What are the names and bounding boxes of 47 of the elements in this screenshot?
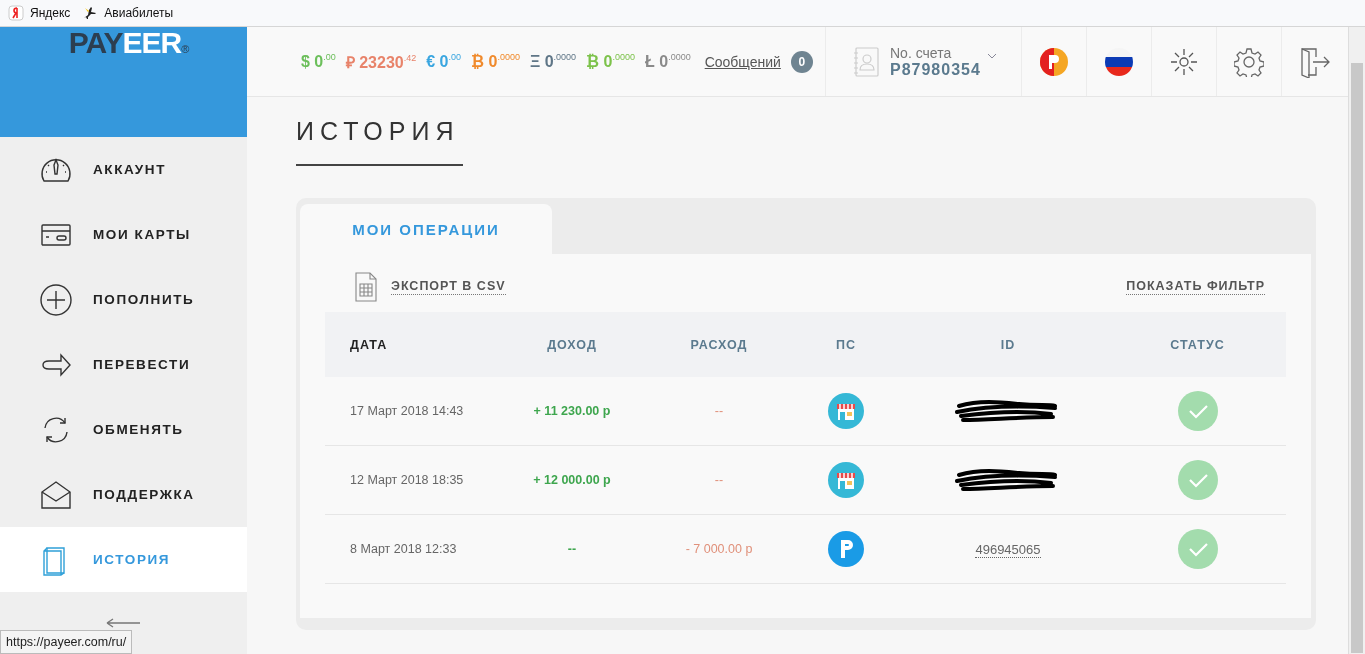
logo: PAYEER® (68, 27, 189, 59)
page-title: ИСТОРИЯ (296, 117, 464, 166)
sidebar-item[interactable]: ПОДДЕРЖКА (0, 462, 247, 527)
account-label: No. счета (890, 44, 953, 61)
id-link[interactable]: 496945065 (975, 541, 1041, 558)
payeer-icon[interactable] (1039, 46, 1069, 77)
date-cell: 8 Март 2018 12:33 (350, 542, 457, 556)
currency-balance[interactable]: Ξ 0$^{.0000}$ (529, 52, 577, 71)
account-number: P87980354 (890, 60, 981, 79)
sidebar-item[interactable]: АККАУНТ (0, 137, 247, 202)
sidebar-item[interactable]: ПЕРЕВЕСТИ (0, 332, 247, 397)
column-header: РАСХОД (690, 337, 748, 352)
logout-icon[interactable] (1299, 45, 1331, 78)
status-url: https://payeer.com/ru/ (0, 630, 133, 654)
expense-cell: - 7 000.00 р (685, 542, 753, 556)
income-cell: + 11 230.00 р (533, 404, 611, 418)
letter-icon (8, 5, 24, 21)
airplane-icon (82, 5, 99, 21)
income-cell: -- (567, 542, 577, 556)
contact-book-icon (852, 45, 880, 78)
column-header: ПС (836, 337, 856, 352)
column-header: ID (1000, 337, 1016, 352)
bookmark-link[interactable]: Яндекс (8, 5, 71, 21)
sidebar-item[interactable]: МОИ КАРТЫ (0, 202, 247, 267)
expense-cell: -- (714, 473, 724, 487)
back-arrow-icon[interactable] (105, 618, 141, 628)
sidebar-item[interactable]: ОБМЕНЯТЬ (0, 397, 247, 462)
plus-icon (39, 282, 73, 317)
filter-link[interactable]: ПОКАЗАТЬ ФИЛЬТР (1126, 279, 1265, 295)
column-header: СТАТУС (1170, 337, 1225, 352)
bookmark-link[interactable]: Авиабилеты (82, 5, 174, 21)
chevron-icon[interactable] (986, 52, 997, 59)
date-cell: 17 Март 2018 14:43 (350, 404, 464, 418)
column-header: ДОХОД (547, 337, 597, 352)
income-cell: + 12 000.00 р (533, 473, 611, 487)
sidebar-item[interactable]: ПОПОЛНИТЬ (0, 267, 247, 332)
brightness-icon[interactable] (1169, 46, 1199, 77)
messages-link[interactable]: Сообщений (704, 53, 781, 70)
spreadsheet-file-icon (355, 272, 377, 302)
count-badge: 0 (790, 50, 813, 73)
settings-icon[interactable] (1234, 46, 1264, 77)
scrollbar[interactable] (1348, 27, 1365, 654)
export-link[interactable]: ЭКСПОРТ В CSV (391, 279, 506, 295)
expense-cell: -- (714, 404, 724, 418)
date-cell: 12 Март 2018 18:35 (350, 473, 464, 487)
currency-balance[interactable]: Ł 0$^{.0000}$ (645, 52, 691, 71)
column-header: ДАТА (350, 337, 388, 352)
